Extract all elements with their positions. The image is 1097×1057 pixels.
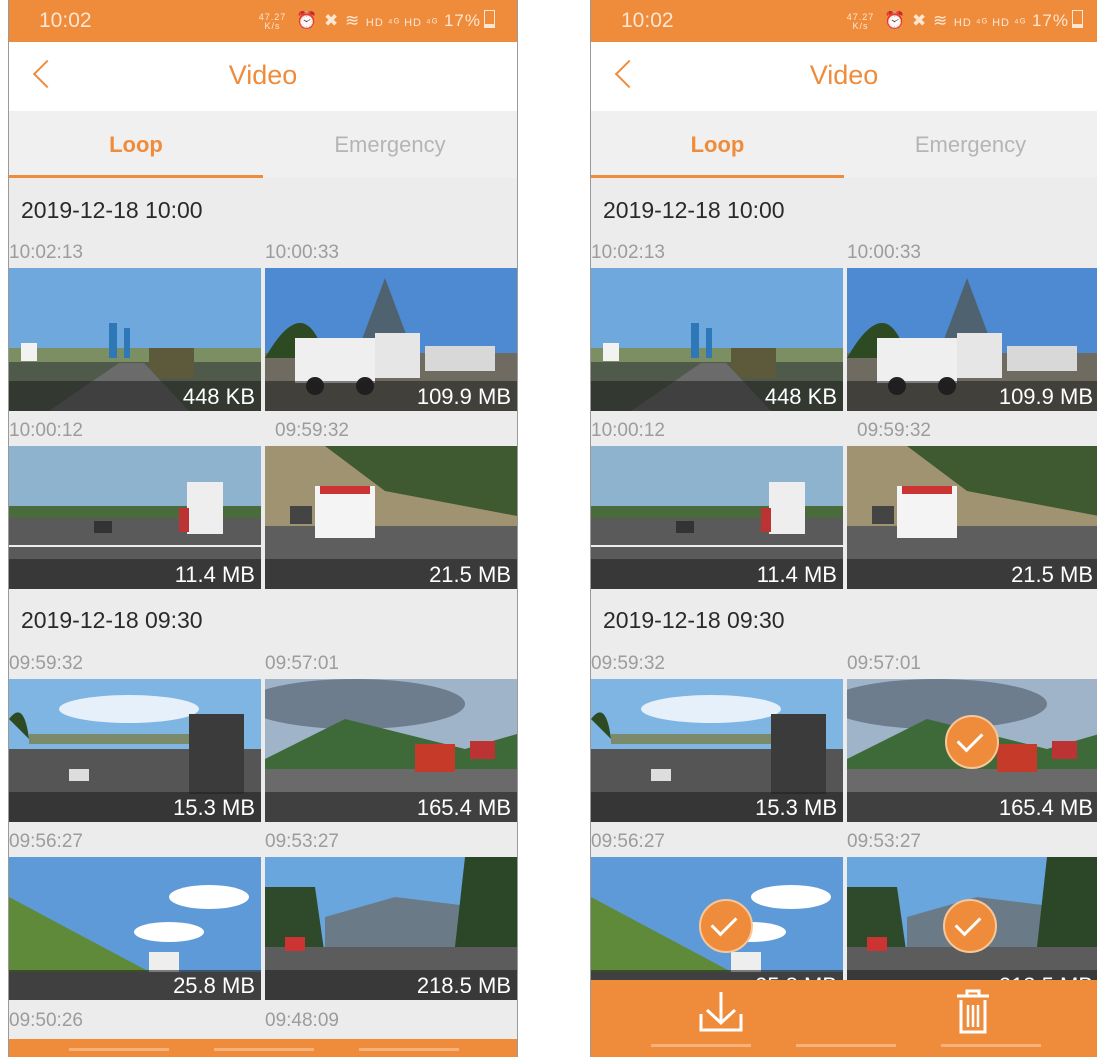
- mute-icon: ✖: [911, 11, 928, 30]
- video-thumbnail[interactable]: 21.5 MB: [265, 446, 517, 589]
- video-thumbnail[interactable]: 448 KB: [9, 268, 261, 411]
- page-title: Video: [809, 60, 879, 90]
- battery-text: 17%: [443, 11, 481, 30]
- video-size: 25.8 MB: [173, 973, 255, 998]
- status-time: 10:02: [621, 9, 674, 32]
- video-size: 218.5 MB: [416, 973, 511, 998]
- video-thumbnail-selected[interactable]: 165.4 MB: [847, 679, 1097, 822]
- network-speed: 47.27 K/s: [258, 11, 287, 31]
- video-time: 09:50:26: [9, 1010, 83, 1031]
- group-date-header: 2019-12-18 09:30: [21, 607, 203, 633]
- video-thumbnail[interactable]: 109.9 MB: [265, 268, 517, 411]
- video-thumbnail[interactable]: 11.4 MB: [591, 446, 843, 589]
- video-thumbnail[interactable]: 21.5 MB: [847, 446, 1097, 589]
- signal-icon: HD ⁴ᴳ HD ⁴ᴳ: [365, 17, 439, 29]
- selected-check-icon[interactable]: [943, 899, 997, 953]
- nav-hint: [214, 1048, 314, 1051]
- tab-loop[interactable]: Loop: [591, 111, 844, 178]
- group-date-header: 2019-12-18 10:00: [21, 197, 203, 223]
- group-date-header: 2019-12-18 10:00: [603, 197, 785, 223]
- video-size: 109.9 MB: [998, 384, 1093, 409]
- battery-icon: [484, 10, 495, 28]
- video-thumbnail[interactable]: 109.9 MB: [847, 268, 1097, 411]
- video-list-screen: 10:02 47.27 K/s ⏰ ✖ ≋ HD ⁴ᴳ HD ⁴ᴳ 17% Vid…: [8, 0, 518, 1057]
- video-thumbnail-selected[interactable]: 25.8 MB: [591, 857, 843, 1000]
- video-selection-screen: 10:02 47.27 K/s ⏰ ✖ ≋ HD ⁴ᴳ HD ⁴ᴳ 17% Vid…: [590, 0, 1097, 1057]
- network-speed: 47.27 K/s: [846, 11, 875, 31]
- video-time: 09:53:27: [265, 831, 339, 852]
- video-size: 21.5 MB: [429, 562, 511, 587]
- video-time: 10:02:13: [591, 242, 665, 263]
- video-time: 09:59:32: [857, 420, 931, 441]
- video-size: 15.3 MB: [755, 795, 837, 820]
- video-thumbnail[interactable]: 15.3 MB: [9, 679, 261, 822]
- video-thumbnail[interactable]: 218.5 MB: [265, 857, 517, 1000]
- video-time: 09:53:27: [847, 831, 921, 852]
- video-time: 10:00:12: [591, 420, 665, 441]
- video-thumbnail[interactable]: 15.3 MB: [591, 679, 843, 822]
- mute-icon: ✖: [323, 11, 340, 30]
- video-size: 11.4 MB: [756, 562, 837, 587]
- title-bar: Video: [9, 42, 517, 111]
- bottom-bar: [9, 1039, 517, 1057]
- video-size: 165.4 MB: [998, 795, 1093, 820]
- signal-icon: HD ⁴ᴳ HD ⁴ᴳ: [953, 17, 1027, 29]
- download-button[interactable]: [621, 980, 821, 1040]
- video-time: 09:59:32: [275, 420, 349, 441]
- video-size: 448 KB: [764, 384, 837, 409]
- video-size: 15.3 MB: [173, 795, 255, 820]
- video-time: 10:00:33: [265, 242, 339, 263]
- download-icon: [699, 992, 743, 1032]
- video-thumbnail[interactable]: 165.4 MB: [265, 679, 517, 822]
- status-bar: 10:02 47.27 K/s ⏰ ✖ ≋ HD ⁴ᴳ HD ⁴ᴳ 17%: [591, 0, 1097, 42]
- video-thumbnail[interactable]: 448 KB: [591, 268, 843, 411]
- video-size: 11.4 MB: [174, 562, 255, 587]
- video-time: 10:00:33: [847, 242, 921, 263]
- wifi-icon: ≋: [344, 11, 361, 30]
- selected-check-icon[interactable]: [945, 715, 999, 769]
- title-bar: Video: [591, 42, 1097, 111]
- status-icons: 47.27 K/s ⏰ ✖ ≋ HD ⁴ᴳ HD ⁴ᴳ 17%: [847, 10, 1083, 31]
- selection-action-bar: [591, 980, 1097, 1057]
- alarm-icon: ⏰: [884, 11, 907, 30]
- nav-hint: [796, 1044, 896, 1047]
- video-time: 09:57:01: [847, 653, 921, 674]
- video-size: 165.4 MB: [416, 795, 511, 820]
- tab-emergency[interactable]: Emergency: [844, 111, 1097, 178]
- status-bar: 10:02 47.27 K/s ⏰ ✖ ≋ HD ⁴ᴳ HD ⁴ᴳ 17%: [9, 0, 517, 42]
- video-thumbnail[interactable]: 11.4 MB: [9, 446, 261, 589]
- nav-hint: [651, 1044, 751, 1047]
- video-thumbnail-selected[interactable]: 218.5 MB: [847, 857, 1097, 1000]
- page-title: Video: [228, 60, 298, 90]
- battery-text: 17%: [1031, 11, 1069, 30]
- video-time: 09:48:09: [265, 1010, 339, 1031]
- video-time: 09:56:27: [9, 831, 83, 852]
- video-time: 09:59:32: [591, 653, 665, 674]
- tabs: Loop Emergency: [591, 111, 1097, 178]
- video-size: 448 KB: [182, 384, 255, 409]
- status-time: 10:02: [39, 9, 92, 32]
- tab-loop[interactable]: Loop: [9, 111, 263, 178]
- video-size: 21.5 MB: [1011, 562, 1093, 587]
- group-date-header: 2019-12-18 09:30: [603, 607, 785, 633]
- trash-icon: [957, 989, 989, 1034]
- nav-hint: [359, 1048, 459, 1051]
- video-size: 109.9 MB: [416, 384, 511, 409]
- status-icons: 47.27 K/s ⏰ ✖ ≋ HD ⁴ᴳ HD ⁴ᴳ 17%: [259, 10, 495, 31]
- video-time: 09:59:32: [9, 653, 83, 674]
- video-time: 10:02:13: [9, 242, 83, 263]
- nav-hint: [941, 1044, 1041, 1047]
- tabs: Loop Emergency: [9, 111, 517, 178]
- delete-button[interactable]: [873, 980, 1073, 1040]
- alarm-icon: ⏰: [296, 11, 319, 30]
- selected-check-icon[interactable]: [699, 899, 753, 953]
- video-time: 09:57:01: [265, 653, 339, 674]
- video-time: 10:00:12: [9, 420, 83, 441]
- video-time: 09:56:27: [591, 831, 665, 852]
- nav-hint: [69, 1048, 169, 1051]
- tab-emergency[interactable]: Emergency: [263, 111, 517, 178]
- wifi-icon: ≋: [932, 11, 949, 30]
- battery-icon: [1072, 10, 1083, 28]
- video-thumbnail[interactable]: 25.8 MB: [9, 857, 261, 1000]
